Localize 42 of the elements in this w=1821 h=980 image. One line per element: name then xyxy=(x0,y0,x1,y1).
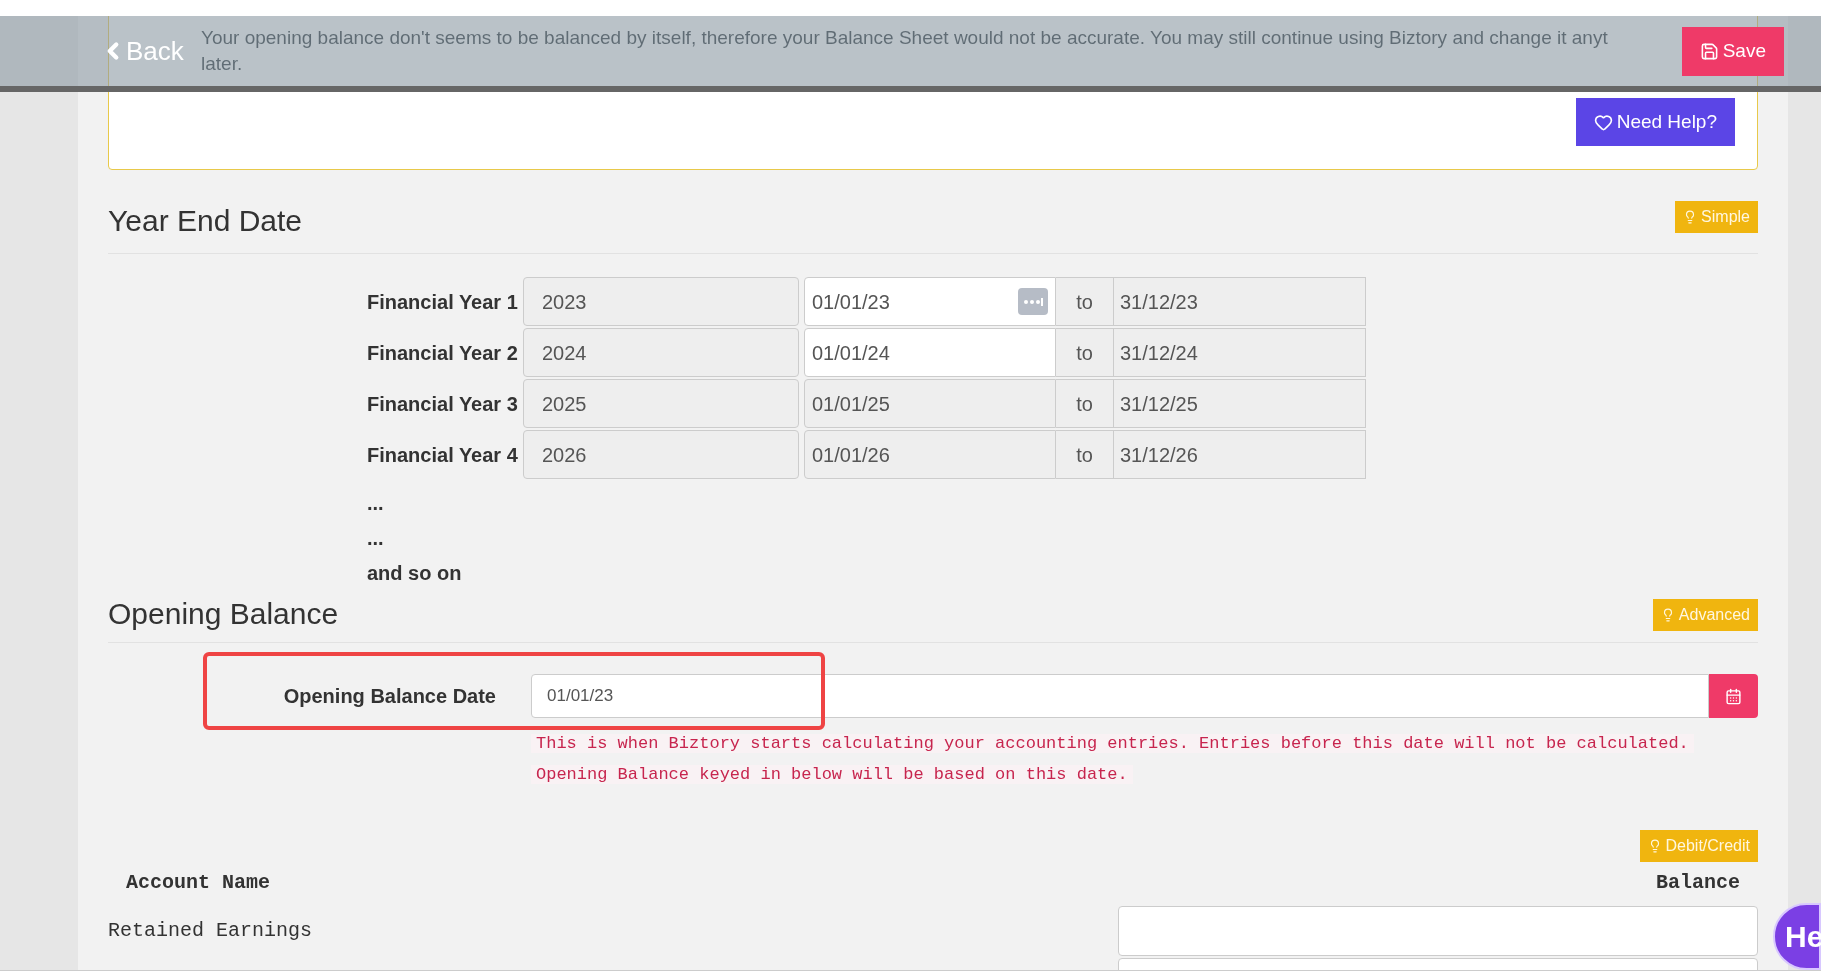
year-field: 2023 xyxy=(523,277,799,326)
start-date-field[interactable]: 01/01/24 xyxy=(804,328,1056,377)
end-date-field: 31/12/25 xyxy=(1113,379,1366,428)
end-date-field: 31/12/23 xyxy=(1113,277,1366,326)
year-label: Financial Year 1 xyxy=(367,289,519,315)
end-date-field: 31/12/24 xyxy=(1113,328,1366,377)
year-field: 2026 xyxy=(523,430,799,479)
calendar-button[interactable] xyxy=(1709,674,1758,718)
year-label: Financial Year 3 xyxy=(367,391,519,417)
calendar-icon xyxy=(1725,687,1742,705)
save-icon xyxy=(1699,41,1719,61)
help-text: This is when Biztory starts calculating your accounting entries. Entries before this date will not be calculated. xyxy=(531,734,1694,753)
year-label: Financial Year 4 xyxy=(367,442,519,468)
range-word: to xyxy=(1076,289,1093,315)
alert-message: later. xyxy=(201,52,243,76)
help-button[interactable]: Need Help? xyxy=(1575,98,1735,146)
range-word: to xyxy=(1076,442,1093,468)
start-date-field[interactable]: 01/01/23 xyxy=(804,277,1056,326)
year-label: Financial Year 2 xyxy=(367,340,519,366)
balance-field[interactable] xyxy=(1118,906,1758,956)
note-text: ... xyxy=(367,491,384,516)
note-text: ... xyxy=(367,526,384,551)
start-date-field: 01/01/25 xyxy=(804,379,1056,428)
more-icon[interactable] xyxy=(1018,288,1048,315)
date-field[interactable]: 01/01/23 xyxy=(531,674,1709,718)
year-field: 2025 xyxy=(523,379,799,428)
save-button[interactable]: Save xyxy=(1681,26,1784,76)
start-date-field: 01/01/26 xyxy=(804,430,1056,479)
account-name: Retained Earnings xyxy=(108,918,313,944)
column-header: Balance xyxy=(1656,870,1741,896)
alert-message: Your opening balance don't seems to be balanced by itself, therefore your Balance Sheet would not be accurate. You may still continue using Biztory and change it anyt xyxy=(201,26,1608,50)
range-word: to xyxy=(1076,391,1093,417)
help-text: Opening Balance keyed in below will be based on this date. xyxy=(531,765,1133,784)
year-field: 2024 xyxy=(523,328,799,377)
field-label: Opening Balance Date xyxy=(282,684,497,709)
column-header: Account Name xyxy=(125,870,271,896)
range-word: to xyxy=(1076,340,1093,366)
end-date-field: 31/12/26 xyxy=(1113,430,1366,479)
note-text: and so on xyxy=(367,561,462,586)
heart-icon xyxy=(1593,112,1613,132)
section-title: Opening Balance xyxy=(108,596,339,632)
section-title: Year End Date xyxy=(108,203,303,239)
